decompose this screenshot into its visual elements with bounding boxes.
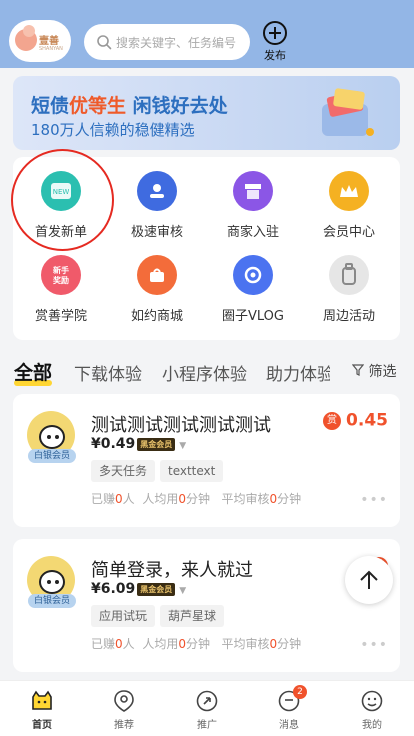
tab-mini-program[interactable]: 小程序体验 <box>162 360 247 385</box>
profile-icon <box>361 690 383 712</box>
nav-home[interactable]: 首页 <box>12 689 72 731</box>
promo-banner[interactable]: 短债优等生 闲钱好去处 180万人信赖的稳健精选 <box>13 76 400 150</box>
gold-member-tag: 黑金会员 <box>137 582 176 596</box>
banner-highlight: 优等生 <box>69 95 127 117</box>
category-member-center[interactable]: 会员中心 <box>301 171 397 240</box>
task-tabs: 全部 下载体验 小程序体验 助力体验 筛选 <box>0 358 414 388</box>
svg-text:新手: 新手 <box>53 265 69 275</box>
tab-assist[interactable]: 助力体验 <box>266 360 330 385</box>
academy-icon: 新手 奖励 <box>41 255 81 295</box>
filter-icon <box>351 364 365 376</box>
app-logo[interactable]: 壹善 SHANYAN <box>9 20 71 62</box>
chevron-down-icon[interactable]: ▼ <box>179 586 186 596</box>
arrow-up-icon <box>360 570 378 589</box>
member-badge: 白银会员 <box>28 594 77 608</box>
publish-label: 发布 <box>264 49 286 62</box>
search-placeholder: 搜索关键字、任务编号 <box>116 36 237 50</box>
promote-icon <box>196 690 218 712</box>
task-tag: 多天任务 <box>91 460 156 482</box>
banner-subline: 180万人信赖的稳健精选 <box>31 121 195 139</box>
highlight-circle <box>11 149 114 251</box>
header: 壹善 SHANYAN 搜索关键字、任务编号 发布 <box>0 0 414 68</box>
task-title: 测试测试测试测试测试 <box>91 415 271 436</box>
tab-download[interactable]: 下载体验 <box>74 360 142 385</box>
task-tag: 葫芦星球 <box>160 605 225 627</box>
more-icon[interactable]: ••• <box>360 637 388 653</box>
plus-circle-icon <box>263 21 287 45</box>
category-label: 圈子VLOG <box>222 309 284 324</box>
nav-promote[interactable]: 推广 <box>177 689 237 731</box>
gold-member-tag: 黑金会员 <box>137 437 176 451</box>
category-label: 极速审核 <box>130 225 183 240</box>
reward-badge: 赏 <box>322 411 341 430</box>
nav-recommend[interactable]: 推荐 <box>94 689 154 731</box>
logo-mark-small <box>23 25 35 37</box>
chevron-down-icon[interactable]: ▼ <box>179 441 186 451</box>
fast-review-icon <box>137 171 177 211</box>
banner-headline: 短债优等生 闲钱好去处 <box>31 95 228 117</box>
filter-label: 筛选 <box>368 364 397 380</box>
category-mall[interactable]: 如约商城 <box>109 255 205 324</box>
nav-messages[interactable]: 2 消息 <box>259 685 319 731</box>
recommend-icon <box>114 690 134 712</box>
vlog-icon <box>233 255 273 295</box>
search-icon <box>97 35 112 50</box>
category-academy[interactable]: 新手 奖励 赏善学院 <box>13 255 109 324</box>
logo-subtext: SHANYAN <box>39 46 63 52</box>
category-label: 商家入驻 <box>226 225 279 240</box>
avatar-face <box>39 570 65 594</box>
mall-icon <box>137 255 177 295</box>
reward-amount: 0.45 <box>346 410 388 431</box>
category-label: 会员中心 <box>322 225 375 240</box>
scroll-top-button[interactable] <box>345 556 393 604</box>
avatar-face <box>39 425 65 449</box>
task-tag: texttext <box>160 460 224 482</box>
activity-icon <box>329 255 369 295</box>
category-label: 赏善学院 <box>34 309 87 324</box>
category-activity[interactable]: 周边活动 <box>301 255 397 324</box>
category-label: 如约商城 <box>130 309 183 324</box>
home-icon <box>32 690 52 710</box>
nav-profile[interactable]: 我的 <box>342 689 402 731</box>
task-card[interactable]: 白银会员 简单登录，来人就过 ¥6.09 黑金会员 ▼ 应用试玩 葫芦星球 已赚0人… <box>13 539 400 672</box>
category-merchant[interactable]: 商家入驻 <box>205 171 301 240</box>
task-stats: 已赚0人 人均用0分钟 平均审核0分钟 <box>91 492 302 506</box>
task-price: ¥6.09 黑金会员 ▼ <box>91 581 187 597</box>
search-input[interactable]: 搜索关键字、任务编号 <box>84 24 250 60</box>
category-fast-review[interactable]: 极速审核 <box>109 171 205 240</box>
task-tag: 应用试玩 <box>91 605 156 627</box>
category-vlog[interactable]: 圈子VLOG <box>205 255 301 324</box>
svg-text:奖励: 奖励 <box>53 275 69 285</box>
shop-icon <box>233 171 273 211</box>
message-count-badge: 2 <box>293 685 307 699</box>
tab-all[interactable]: 全部 <box>14 358 52 385</box>
task-reward: 赏 0.45 <box>322 410 388 431</box>
task-price: ¥0.49 黑金会员 ▼ <box>91 436 187 452</box>
member-badge: 白银会员 <box>28 449 77 463</box>
publish-button[interactable]: 发布 <box>260 20 290 62</box>
more-icon[interactable]: ••• <box>360 492 388 508</box>
crown-icon <box>329 171 369 211</box>
task-stats: 已赚0人 人均用0分钟 平均审核0分钟 <box>91 637 302 651</box>
category-label: 周边活动 <box>322 309 375 324</box>
filter-button[interactable]: 筛选 <box>351 361 397 381</box>
task-card[interactable]: 白银会员 测试测试测试测试测试 ¥0.49 黑金会员 ▼ 多天任务 texttext… <box>13 394 400 527</box>
bottom-nav: 首页 推荐 推广 2 消息 我的 <box>0 680 414 736</box>
wallet-illustration <box>322 88 374 136</box>
logo-text: 壹善 <box>39 36 59 47</box>
task-title: 简单登录，来人就过 <box>91 560 253 581</box>
